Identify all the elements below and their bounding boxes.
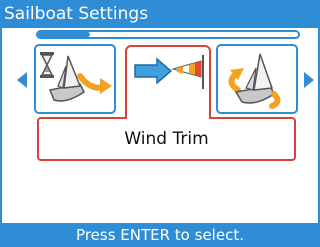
- carousel-item-wind-trim[interactable]: [125, 45, 211, 127]
- carousel-item-timed-turn[interactable]: [34, 44, 116, 114]
- status-hint: Press ENTER to select.: [0, 223, 320, 247]
- selected-item-label: Wind Trim: [37, 117, 296, 161]
- window-title: Sailboat Settings: [0, 0, 320, 28]
- sailboat-rotate-icon: [228, 53, 281, 109]
- wind-trim-windsock-icon: [134, 55, 204, 89]
- progress-bar: [36, 30, 300, 39]
- sailboat-timer-turn-icon: [40, 52, 112, 102]
- carousel-item-rotate[interactable]: [216, 44, 298, 114]
- next-arrow-icon[interactable]: [304, 72, 314, 88]
- selection-connector: [127, 117, 209, 120]
- progress-fill: [38, 32, 90, 37]
- previous-arrow-icon[interactable]: [17, 72, 27, 88]
